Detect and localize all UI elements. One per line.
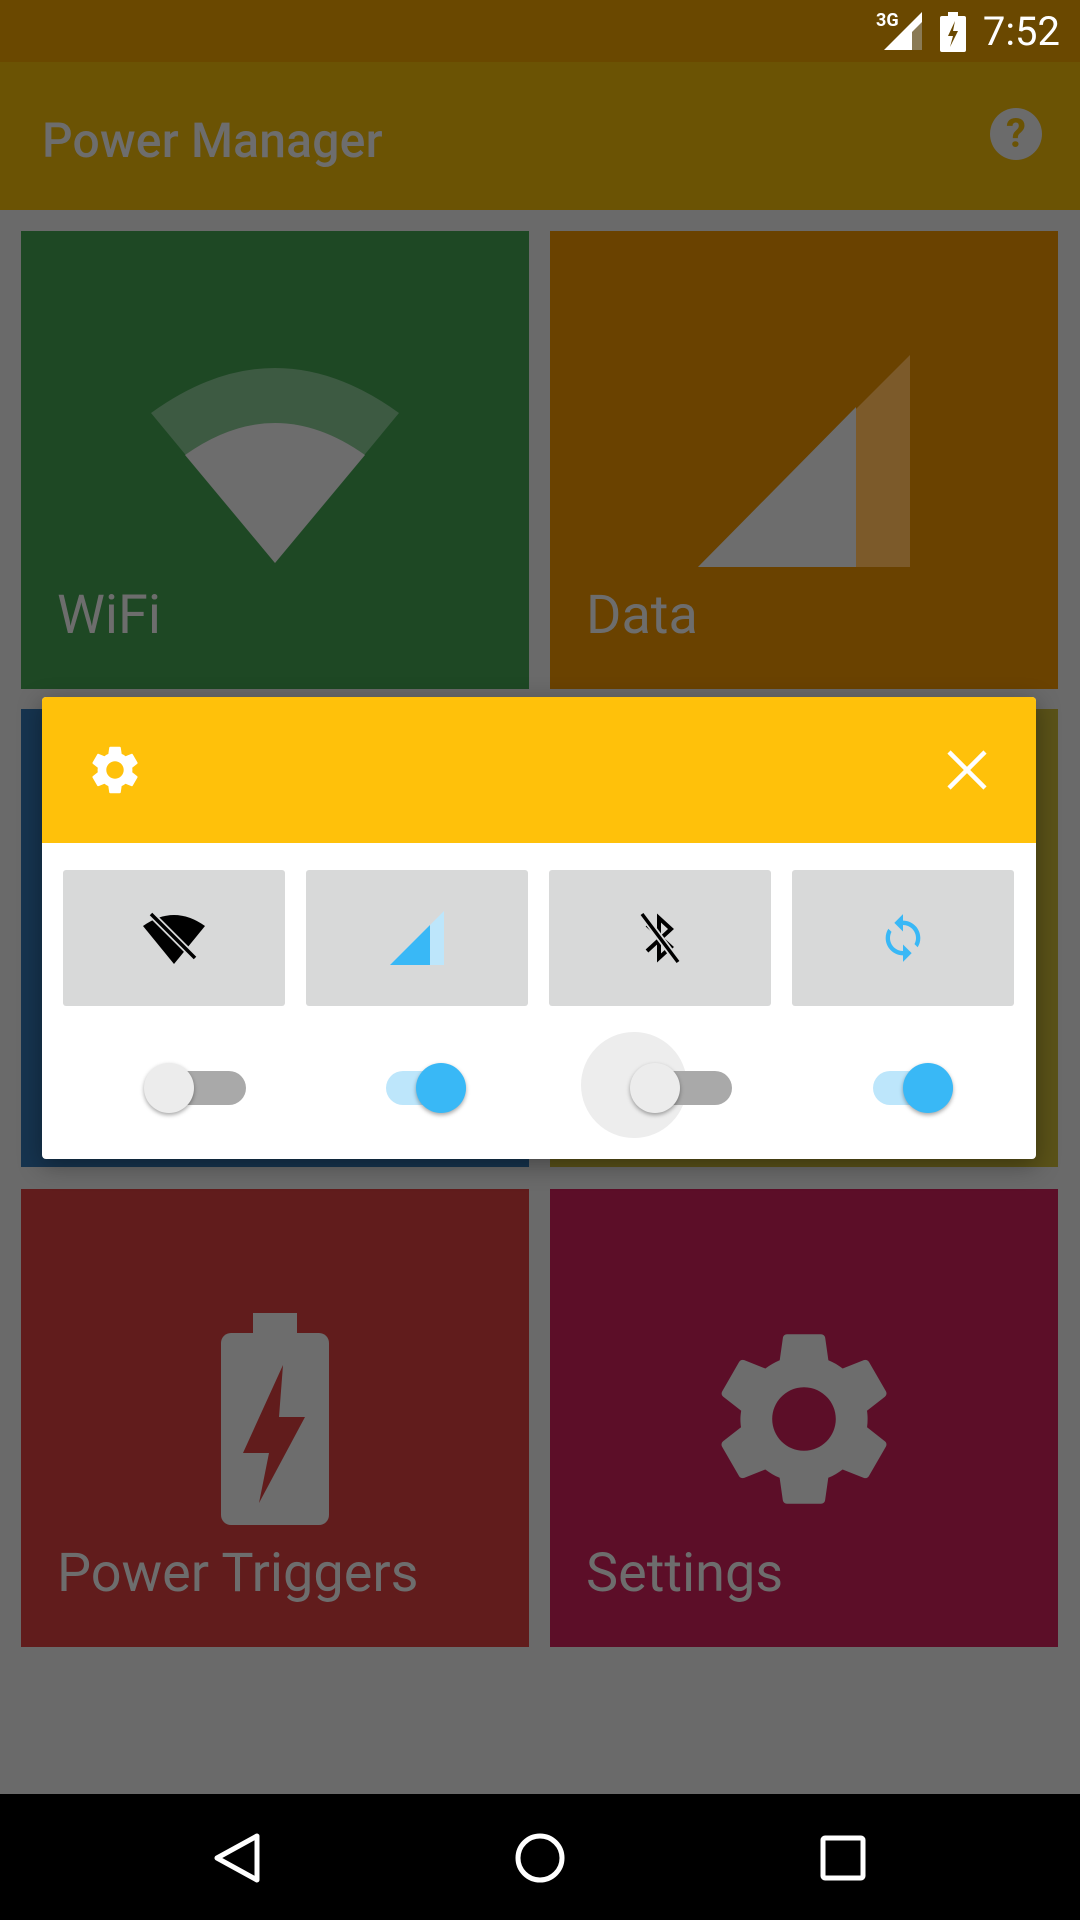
- gear-icon: [92, 746, 138, 794]
- toggle-tile-mobile-data[interactable]: [306, 870, 528, 1006]
- app-bar: Power Manager ?: [0, 62, 1080, 210]
- tile-settings[interactable]: Settings: [550, 1189, 1058, 1647]
- battery-icon: [940, 12, 966, 52]
- page-title: Power Manager: [42, 112, 383, 169]
- wifi-off-icon: [143, 912, 205, 964]
- home-icon[interactable]: [512, 1830, 568, 1886]
- tile-label-wifi: WiFi: [57, 584, 162, 647]
- back-icon[interactable]: [209, 1830, 265, 1886]
- mobile-data-switch[interactable]: [386, 1063, 466, 1113]
- clock: 7:52: [982, 8, 1060, 55]
- battery-charging-icon: [221, 1313, 329, 1525]
- dialog-header: [42, 697, 1036, 843]
- bluetooth-switch[interactable]: [630, 1063, 732, 1113]
- tile-data[interactable]: Data: [550, 231, 1058, 689]
- close-icon[interactable]: [946, 749, 988, 791]
- tile-label-data: Data: [586, 584, 698, 647]
- tile-wifi[interactable]: WiFi: [21, 231, 529, 689]
- help-icon: ?: [1006, 110, 1026, 157]
- bluetooth-disabled-icon: [639, 911, 681, 965]
- cell-signal-icon: [698, 355, 910, 567]
- status-bar: 3G 7:52: [0, 0, 1080, 62]
- recents-icon[interactable]: [815, 1830, 871, 1886]
- switch-thumb: [903, 1063, 953, 1113]
- switch-thumb: [630, 1063, 680, 1113]
- switch-thumb: [416, 1063, 466, 1113]
- tile-label-settings: Settings: [586, 1542, 784, 1605]
- wifi-switch[interactable]: [144, 1063, 246, 1113]
- wifi-icon: [151, 368, 399, 563]
- cell-signal-icon: [390, 911, 444, 965]
- tile-label-power-triggers: Power Triggers: [57, 1542, 419, 1605]
- toggle-tile-sync[interactable]: [792, 870, 1014, 1006]
- navigation-bar: [0, 1794, 1080, 1920]
- toggle-tile-wifi[interactable]: [63, 870, 285, 1006]
- help-button[interactable]: ?: [990, 108, 1042, 160]
- sync-icon: [885, 914, 921, 962]
- quick-toggles-dialog: [42, 697, 1036, 1159]
- signal-icon: [884, 12, 922, 50]
- toggle-tile-bluetooth[interactable]: [549, 870, 771, 1006]
- switch-thumb: [144, 1063, 194, 1113]
- sync-switch[interactable]: [873, 1063, 953, 1113]
- tile-power-triggers[interactable]: Power Triggers: [21, 1189, 529, 1647]
- gear-icon: [721, 1334, 887, 1504]
